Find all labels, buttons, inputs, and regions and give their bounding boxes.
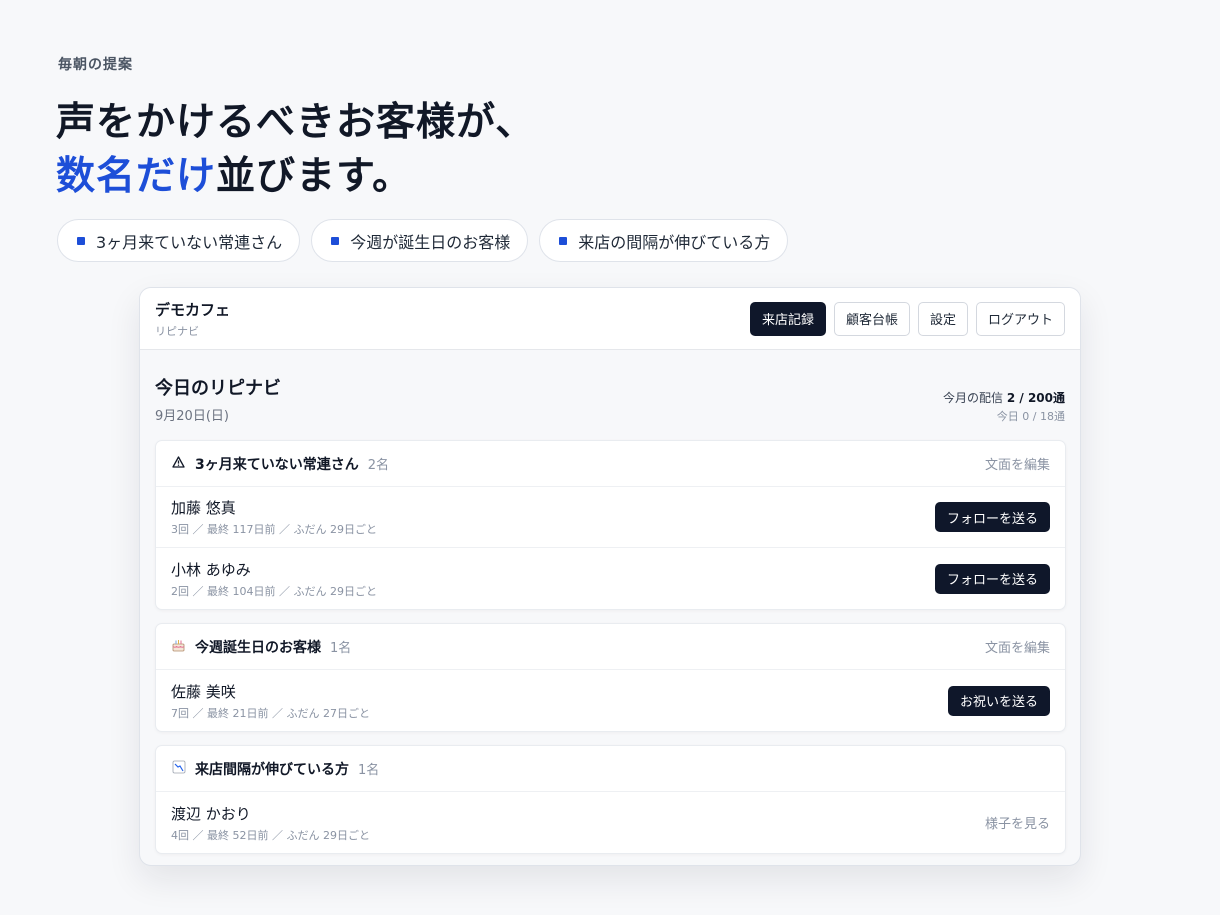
customer-row: 小林 あゆみ 2回 ／ 最終 104日前 ／ ふだん 29日ごと フォローを送る (156, 548, 1065, 609)
section-title: 来店間隔が伸びている方 1名 (171, 759, 379, 779)
trending-down-icon (171, 760, 186, 777)
customer-meta: 7回 ／ 最終 21日前 ／ ふだん 27日ごと (171, 706, 370, 720)
section-title-text: 来店間隔が伸びている方 (195, 761, 349, 778)
visit-log-button[interactable]: 来店記録 (749, 301, 826, 336)
send-follow-up-button[interactable]: フォローを送る (934, 502, 1050, 532)
page-title: 今日のリピナビ (155, 378, 281, 399)
section-header: 3ヶ月来ていない常連さん 2名 文面を編集 (156, 441, 1065, 487)
section-title-text: 3ヶ月来ていない常連さん (195, 456, 359, 473)
monthly-quota-value: 2 / 200通 (1006, 391, 1065, 405)
customer-info: 加藤 悠真 3回 ／ 最終 117日前 ／ ふだん 29日ごと (171, 497, 377, 537)
square-bullet-icon (331, 236, 340, 245)
section-header: 今週誕生日のお客様 1名 文面を編集 (156, 624, 1065, 670)
customer-info: 渡辺 かおり 4回 ／ 最終 52日前 ／ ふだん 29日ごと (171, 803, 370, 843)
feature-chips: 3ヶ月来ていない常連さん 今週が誕生日のお客様 来店の間隔が伸びている方 (57, 219, 789, 262)
eyebrow: 毎朝の提案 (58, 57, 133, 73)
app-header: デモカフェ リピナビ 来店記録 顧客台帳 設定 ログアウト (140, 288, 1080, 350)
page-summary: 今日のリピナビ 9月20日(日) 今月の配信 2 / 200通 今日 0 / 1… (140, 350, 1080, 440)
customer-meta: 2回 ／ 最終 104日前 ／ ふだん 29日ごと (171, 584, 377, 598)
send-celebration-button[interactable]: お祝いを送る (947, 685, 1050, 716)
logout-button[interactable]: ログアウト (975, 301, 1065, 336)
customer-name: 佐藤 美咲 (171, 682, 236, 701)
watch-link[interactable]: 様子を見る (985, 813, 1050, 832)
customer-meta: 3回 ／ 最終 117日前 ／ ふだん 29日ごと (171, 523, 377, 536)
chip-label: 3ヶ月来ていない常連さん (96, 232, 283, 252)
section-title: 今週誕生日のお客様 1名 (171, 637, 351, 657)
section-widening-interval: 来店間隔が伸びている方 1名 渡辺 かおり 4回 ／ 最終 52日前 ／ ふだん… (155, 745, 1066, 854)
customer-meta: 4回 ／ 最終 52日前 ／ ふだん 29日ごと (171, 828, 370, 842)
brand: デモカフェ リピナビ (155, 299, 230, 339)
app-name: リピナビ (155, 324, 199, 338)
section-lapsed-regulars: 3ヶ月来ていない常連さん 2名 文面を編集 加藤 悠真 3回 ／ 最終 117日… (155, 440, 1066, 610)
daily-quota: 今日 0 / 18通 (996, 410, 1065, 423)
shop-name: デモカフェ (155, 300, 231, 319)
chip-label: 今週が誕生日のお客様 (350, 232, 511, 252)
monthly-quota: 今月の配信 2 / 200通 (943, 389, 1065, 406)
customer-ledger-button[interactable]: 顧客台帳 (833, 301, 910, 336)
birthday-cake-icon (171, 638, 186, 655)
section-count: 2名 (367, 458, 390, 473)
headline-rest: 並びます。 (216, 154, 413, 199)
feature-chip: 3ヶ月来ていない常連さん (57, 219, 301, 262)
customer-row: 渡辺 かおり 4回 ／ 最終 52日前 ／ ふだん 29日ごと 様子を見る (156, 792, 1065, 853)
header-nav: 来店記録 顧客台帳 設定 ログアウト (749, 301, 1065, 336)
edit-message-link[interactable]: 文面を編集 (985, 454, 1050, 473)
feature-chip: 今週が誕生日のお客様 (311, 219, 529, 262)
settings-button[interactable]: 設定 (917, 301, 968, 336)
section-title-text: 今週誕生日のお客様 (195, 639, 321, 656)
section-count: 1名 (358, 763, 380, 778)
section-header: 来店間隔が伸びている方 1名 (156, 746, 1065, 792)
customer-row: 佐藤 美咲 7回 ／ 最終 21日前 ／ ふだん 27日ごと お祝いを送る (156, 670, 1065, 731)
edit-message-link[interactable]: 文面を編集 (985, 637, 1050, 656)
section-birthdays: 今週誕生日のお客様 1名 文面を編集 佐藤 美咲 7回 ／ 最終 21日前 ／ … (155, 623, 1066, 732)
headline-line1: 声をかけるべきお客様が、 (56, 100, 536, 145)
customer-name: 渡辺 かおり (171, 804, 251, 823)
feature-chip: 来店の間隔が伸びている方 (539, 219, 789, 262)
customer-info: 佐藤 美咲 7回 ／ 最終 21日前 ／ ふだん 27日ごと (171, 681, 370, 721)
chip-label: 来店の間隔が伸びている方 (578, 232, 771, 252)
page-date: 9月20日(日) (155, 409, 229, 424)
send-follow-up-button[interactable]: フォローを送る (934, 563, 1050, 594)
square-bullet-icon (559, 236, 568, 245)
monthly-quota-label: 今月の配信 (943, 391, 1004, 405)
delivery-quota: 今月の配信 2 / 200通 今日 0 / 18通 (943, 389, 1065, 424)
customer-info: 小林 あゆみ 2回 ／ 最終 104日前 ／ ふだん 29日ごと (171, 559, 377, 599)
section-title: 3ヶ月来ていない常連さん 2名 (171, 454, 389, 474)
headline-accent: 数名だけ (56, 154, 217, 199)
warning-icon (171, 456, 186, 471)
section-count: 1名 (330, 641, 352, 656)
app-window: デモカフェ リピナビ 来店記録 顧客台帳 設定 ログアウト 今日のリピナビ 9月… (139, 287, 1081, 866)
square-bullet-icon (77, 236, 85, 245)
customer-name: 小林 あゆみ (171, 560, 251, 579)
customer-row: 加藤 悠真 3回 ／ 最終 117日前 ／ ふだん 29日ごと フォローを送る (156, 487, 1065, 548)
customer-name: 加藤 悠真 (171, 499, 236, 517)
headline: 声をかけるべきお客様が、 数名だけ並びます。 (56, 96, 535, 204)
